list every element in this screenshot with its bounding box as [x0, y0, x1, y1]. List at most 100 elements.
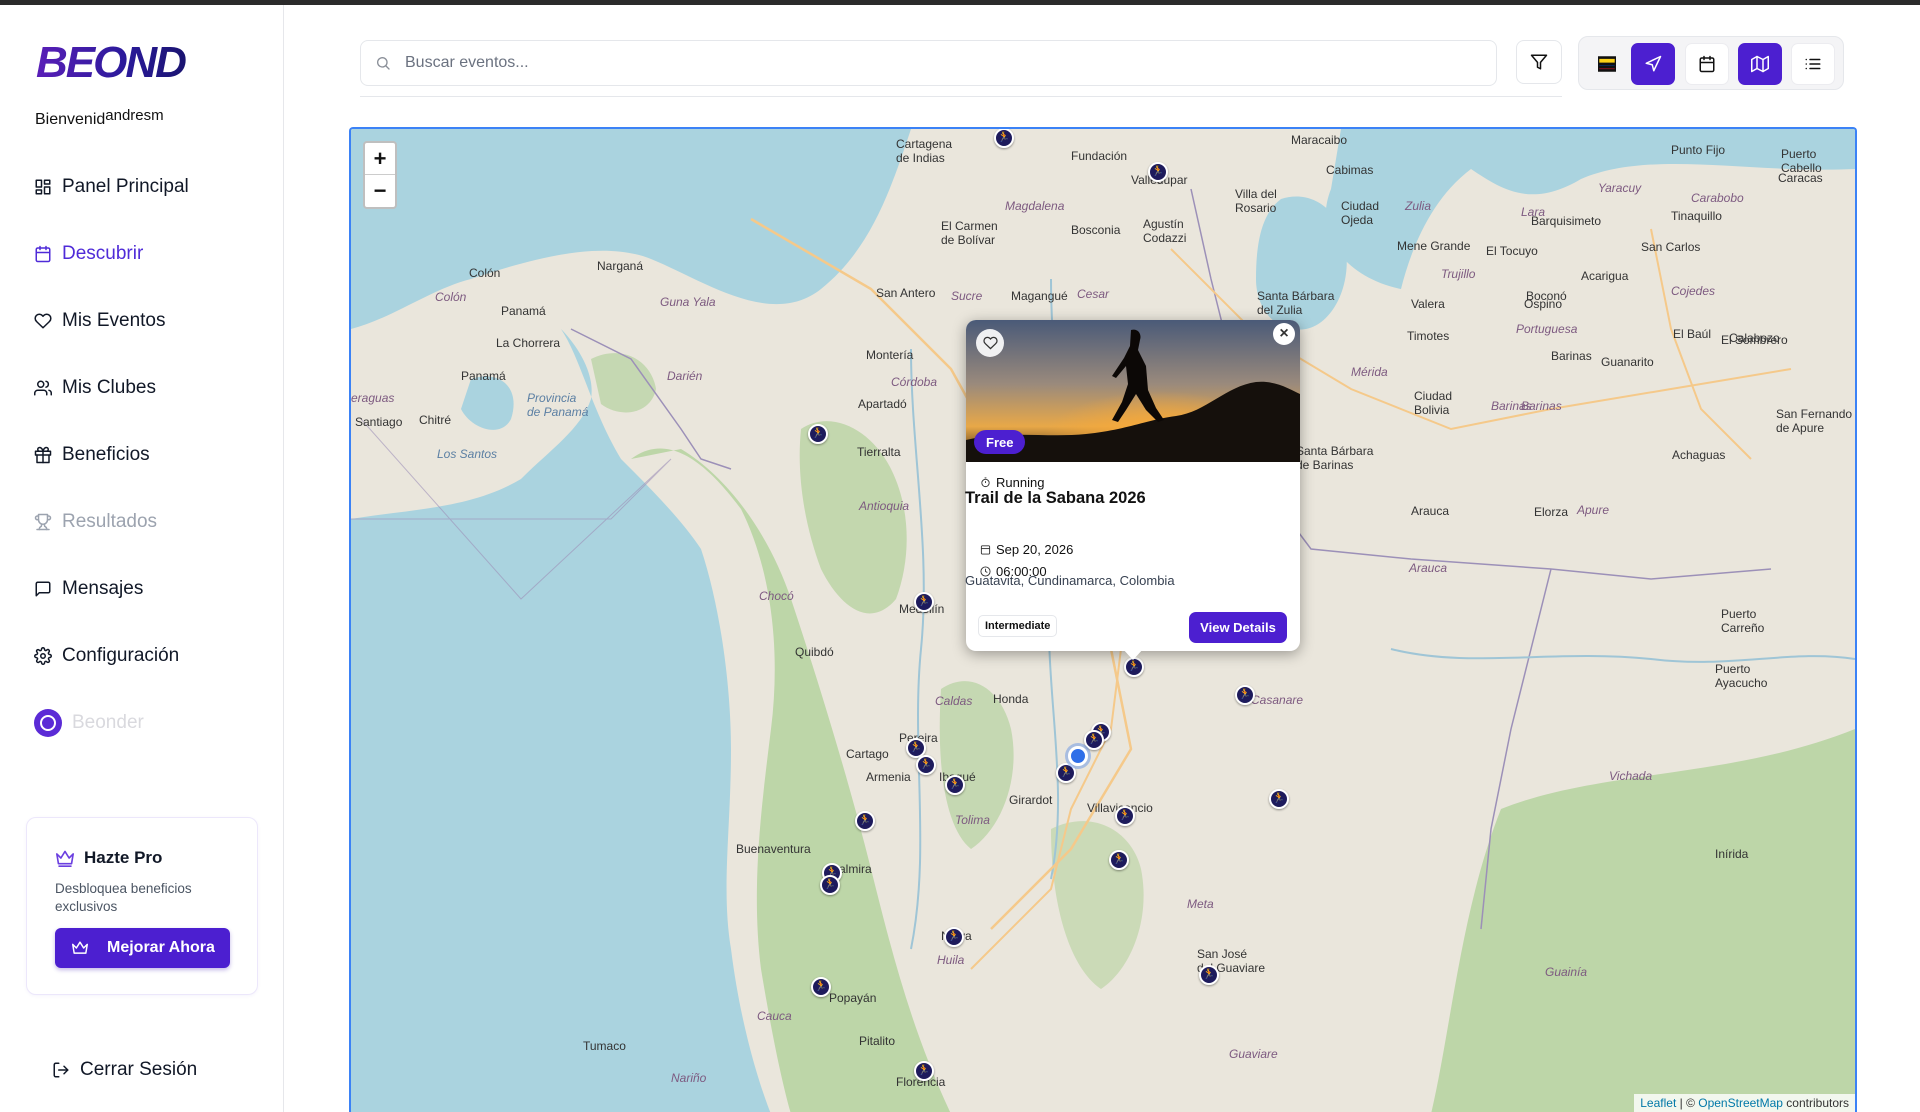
- zoom-in-button[interactable]: +: [365, 143, 395, 175]
- popup-close-button[interactable]: ×: [1273, 323, 1295, 345]
- search-input[interactable]: [405, 54, 1455, 72]
- view-details-button[interactable]: View Details: [1189, 612, 1287, 643]
- event-marker[interactable]: 🏃: [914, 1061, 934, 1081]
- heart-icon: [982, 336, 998, 350]
- map-label: Achaguas: [1672, 448, 1726, 462]
- map-label: Portuguesa: [1516, 322, 1578, 336]
- map-label: Caracas: [1778, 171, 1823, 185]
- view-toggle-group: [1578, 36, 1844, 90]
- event-marker[interactable]: 🏃: [944, 927, 964, 947]
- event-marker[interactable]: 🏃: [1269, 789, 1289, 809]
- map-label: Cartago: [846, 747, 889, 761]
- sidebar-item-configuracion[interactable]: Configuración: [34, 640, 179, 672]
- events-map[interactable]: Cartagenade Indias Fundación Valledupar …: [349, 127, 1857, 1112]
- sidebar-item-panel-principal[interactable]: Panel Principal: [34, 171, 189, 203]
- gear-icon: [34, 647, 52, 665]
- map-label: Antioquia: [859, 499, 910, 513]
- map-label: eraguas: [351, 391, 395, 405]
- map-label: Provincia de Panamá: [527, 391, 589, 419]
- map-label: Ospino: [1524, 297, 1563, 311]
- osm-link[interactable]: OpenStreetMap: [1698, 1096, 1783, 1110]
- event-marker[interactable]: 🏃: [914, 592, 934, 612]
- pro-card-description: Desbloquea beneficios exclusivos: [55, 881, 192, 914]
- favorite-button[interactable]: [976, 329, 1004, 357]
- map-label: Chocó: [759, 589, 794, 603]
- beond-logo[interactable]: BEOND: [34, 39, 194, 83]
- zoom-out-button[interactable]: −: [365, 175, 395, 207]
- gift-icon: [34, 446, 52, 464]
- country-toggle[interactable]: [1585, 43, 1629, 85]
- upgrade-button[interactable]: Mejorar Ahora: [55, 928, 230, 968]
- event-marker[interactable]: 🏃: [1056, 763, 1076, 783]
- event-date: Sep 20, 2026: [980, 542, 1073, 557]
- map-label: Zulia: [1405, 199, 1432, 213]
- calendar-view-toggle[interactable]: [1685, 43, 1729, 85]
- map-label: Arauca: [1411, 504, 1450, 518]
- leaflet-link[interactable]: Leaflet: [1640, 1096, 1676, 1110]
- map-label: Nariño: [671, 1071, 707, 1085]
- sidebar-item-resultados[interactable]: Resultados: [34, 506, 157, 538]
- window-top-bar: [0, 0, 1920, 5]
- map-label: Honda: [993, 692, 1029, 706]
- sidebar-item-mis-clubes[interactable]: Mis Clubes: [34, 372, 156, 404]
- map-icon: [1751, 55, 1769, 73]
- sidebar-item-mis-eventos[interactable]: Mis Eventos: [34, 305, 165, 337]
- users-icon: [34, 380, 52, 396]
- sidebar-item-mensajes[interactable]: Mensajes: [34, 573, 143, 605]
- map-label: Panamá: [501, 304, 546, 318]
- welcome-text: Bienvenidandresm: [35, 107, 164, 128]
- event-marker[interactable]: 🏃: [1115, 806, 1135, 826]
- flag-colombia-icon: [1598, 56, 1616, 72]
- list-icon: [1805, 58, 1821, 70]
- map-label: San Carlos: [1641, 240, 1701, 254]
- map-label: Calabozo: [1729, 331, 1780, 345]
- sidebar-item-beonder[interactable]: Beonder: [34, 707, 144, 739]
- event-marker[interactable]: 🏃: [945, 775, 965, 795]
- map-label: Popayán: [829, 991, 877, 1005]
- sidebar-item-label: Panel Principal: [62, 176, 189, 197]
- sidebar-item-descubrir[interactable]: Descubrir: [34, 238, 143, 270]
- event-marker[interactable]: 🏃: [1235, 685, 1255, 705]
- sidebar: BEOND Bienvenidandresm Panel Principal D…: [0, 5, 284, 1112]
- event-image: Free: [966, 320, 1300, 462]
- map-label: Villa del Rosario: [1235, 187, 1277, 215]
- map-label: Maracaibo: [1291, 133, 1348, 147]
- price-badge: Free: [974, 430, 1026, 454]
- map-label: Mene Grande: [1397, 239, 1471, 253]
- sidebar-item-beneficios[interactable]: Beneficios: [34, 439, 150, 471]
- event-marker[interactable]: 🏃: [1124, 657, 1144, 677]
- map-label: El Baúl: [1673, 327, 1712, 341]
- event-marker[interactable]: 🏃: [1148, 162, 1168, 182]
- event-marker[interactable]: 🏃: [994, 129, 1014, 148]
- event-marker[interactable]: 🏃: [1084, 730, 1104, 750]
- map-label: Lara: [1521, 205, 1546, 219]
- map-label: Apartadó: [858, 397, 907, 411]
- event-marker[interactable]: 🏃: [916, 755, 936, 775]
- map-label: Barinas: [1551, 349, 1592, 363]
- event-category: Running: [980, 475, 1044, 490]
- map-label: Cabimas: [1326, 163, 1374, 177]
- map-label: Ciudad Ojeda: [1341, 199, 1380, 227]
- map-view-toggle[interactable]: [1738, 43, 1782, 85]
- event-marker[interactable]: 🏃: [1199, 965, 1219, 985]
- event-marker[interactable]: 🏃: [808, 424, 828, 444]
- map-label: Arauca: [1409, 561, 1448, 575]
- event-marker[interactable]: 🏃: [811, 977, 831, 997]
- event-marker[interactable]: 🏃: [855, 811, 875, 831]
- logout-button[interactable]: Cerrar Sesión: [52, 1059, 197, 1081]
- event-marker[interactable]: 🏃: [1109, 850, 1129, 870]
- map-label: Córdoba: [891, 375, 938, 389]
- event-marker[interactable]: 🏃: [820, 875, 840, 895]
- map-label: Santiago: [355, 415, 403, 429]
- map-label: Meta: [1187, 897, 1214, 911]
- filter-icon: [1530, 54, 1548, 70]
- map-label: Yaracuy: [1598, 181, 1642, 195]
- filter-button[interactable]: [1516, 40, 1562, 84]
- message-icon: [35, 581, 51, 597]
- map-label: Guna Yala: [660, 295, 716, 309]
- list-view-toggle[interactable]: [1791, 43, 1835, 85]
- map-label: Inírida: [1715, 847, 1749, 861]
- nearby-toggle[interactable]: [1631, 43, 1675, 85]
- map-label: Punto Fijo: [1671, 143, 1726, 157]
- map-label: San Antero: [876, 286, 936, 300]
